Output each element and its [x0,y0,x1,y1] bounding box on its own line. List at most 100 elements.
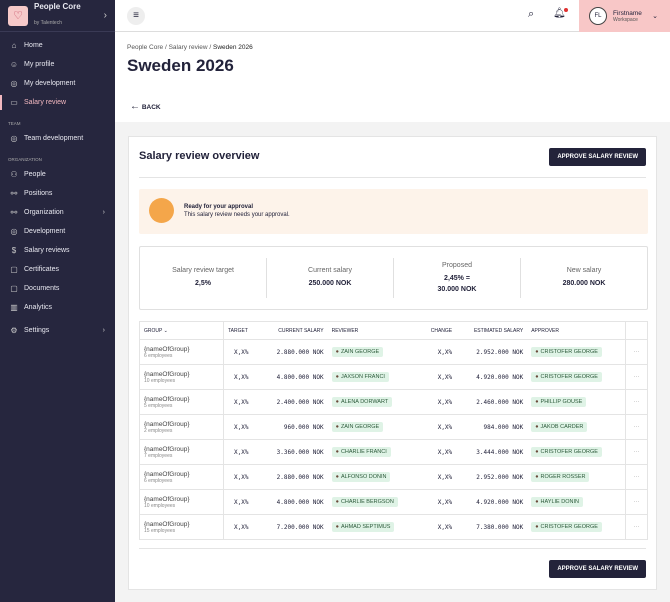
current-salary: 4.800.000 NOK [259,364,328,390]
employee-count: 5 employees [144,402,173,409]
bell-icon[interactable]: 🔔︎ [553,8,568,19]
app-switcher[interactable]: ♡ People Core by Talentech › [0,0,115,32]
nav-icon: ⚇ [10,170,18,179]
sidebar-item[interactable]: $ Salary reviews [0,241,115,260]
approval-illustration-icon [149,198,174,223]
nav-icon: ▢ [10,265,18,274]
more-icon[interactable]: ··· [625,364,648,390]
current-salary: 7.200.000 NOK [259,514,328,540]
more-icon[interactable]: ··· [625,464,648,490]
top-bar: ≡ ⌕ 🔔︎ FL Firstname Workspace ⌄ [115,0,670,32]
change: X,X% [419,439,457,465]
nav-icon: ⚙ [10,326,18,335]
change: X,X% [419,339,457,365]
group-name[interactable]: {nameOfGroup} [144,446,219,453]
target: X,X% [223,339,260,365]
table-row[interactable]: {nameOfGroup} 6 employees X,X% 2.880.000 … [139,339,648,365]
nav-icon: ☺ [9,60,19,69]
target: X,X% [223,414,260,440]
column-header: TARGET [223,321,260,340]
alert-text: This salary review needs your approval. [184,212,290,218]
group-name[interactable]: {nameOfGroup} [144,371,219,378]
change: X,X% [419,464,457,490]
table-row[interactable]: {nameOfGroup} 10 employees X,X% 4.800.000… [139,364,648,390]
column-header: CHANGE [419,321,457,340]
group-name[interactable]: {nameOfGroup} [144,421,219,428]
group-name[interactable]: {nameOfGroup} [144,496,219,503]
employee-count: 6 employees [144,477,173,484]
sidebar-item-label: My profile [24,61,55,68]
logo-icon: ♡ [8,5,28,26]
more-icon[interactable]: ··· [625,514,648,540]
column-header-group[interactable]: GROUP ⌄ [139,321,224,340]
sidebar-item[interactable]: ⚯ Positions [0,184,115,203]
table-row[interactable]: {nameOfGroup} 10 employees X,X% 4.800.000… [139,489,648,515]
approver-badge: CRISTOFER GEORGE [531,347,602,357]
column-header: ESTIMATED SALARY [456,321,528,340]
more-icon[interactable]: ··· [625,439,648,465]
more-icon[interactable]: ··· [625,339,648,365]
approver-badge: PHILLIP GOUSE [531,397,587,407]
column-header: CURRENT SALARY [259,321,328,340]
estimated-salary: 7.380.000 NOK [456,514,528,540]
approver-badge: ROGER ROSSER [531,472,590,482]
arrow-left-icon: ← [130,101,140,112]
more-icon[interactable]: ··· [625,414,648,440]
approve-button[interactable]: APPROVE SALARY REVIEW [549,148,646,166]
sidebar-item[interactable]: ▢ Certificates [0,260,115,279]
current-salary: 960.000 NOK [259,414,328,440]
nav-icon: ⚯ [10,189,18,198]
sidebar-item[interactable]: ⚯ Organization › [0,203,115,222]
chevron-right-icon: › [102,209,105,216]
sidebar-item[interactable]: ⚇ People [0,165,115,184]
sidebar-item[interactable]: ▭ Salary review [0,93,115,112]
divider [139,548,646,549]
user-menu[interactable]: FL Firstname Workspace ⌄ [579,0,670,32]
table-row[interactable]: {nameOfGroup} 6 employees X,X% 2.880.000 … [139,464,648,490]
stat-label: Salary review target [172,267,234,274]
sidebar-item[interactable]: ☺ My profile [0,55,115,74]
nav-icon: ⌂ [11,41,17,50]
reviewer-badge: ALENA DORWART [331,397,393,407]
back-label: BACK [141,104,161,111]
target: X,X% [223,364,260,390]
more-icon[interactable]: ··· [625,389,648,415]
approve-button-bottom[interactable]: APPROVE SALARY REVIEW [549,560,646,578]
table-row[interactable]: {nameOfGroup} 5 employees X,X% 2.400.000 … [139,389,648,415]
group-name[interactable]: {nameOfGroup} [144,471,219,478]
estimated-salary: 984.000 NOK [456,414,528,440]
page-header: People Core / Salary review / Sweden 202… [115,32,670,122]
search-icon[interactable]: ⌕ [528,8,534,21]
stat-value: 2,45% = 30.000 NOK [437,274,477,293]
more-icon[interactable]: ··· [625,489,648,515]
group-name[interactable]: {nameOfGroup} [144,521,219,528]
sidebar-item-label: People [24,171,46,178]
back-button[interactable]: ← BACK [130,101,161,112]
sidebar-item[interactable]: ⚙ Settings › [0,321,115,340]
reviewer-badge: AHMAD SEPTIMUS [331,522,395,532]
group-name[interactable]: {nameOfGroup} [144,396,219,403]
sidebar-item[interactable]: ◎ Development [0,222,115,241]
divider [139,177,646,178]
sidebar-item[interactable]: ▥ Analytics [0,298,115,317]
table-row[interactable]: {nameOfGroup} 7 employees X,X% 3.360.000 … [139,439,648,465]
section-label: TEAM [8,121,21,126]
breadcrumb-item[interactable]: People Core [127,44,163,51]
change: X,X% [419,364,457,390]
reviewer-badge: ZAIN GEORGE [331,422,384,432]
breadcrumb-item[interactable]: Salary review [169,44,208,51]
sidebar-item[interactable]: ⌂ Home [0,36,115,55]
chevron-right-icon: › [102,327,105,334]
sidebar-item[interactable]: ◎ Team development [0,129,115,148]
table-row[interactable]: {nameOfGroup} 2 employees X,X% 960.000 NO… [139,414,648,440]
change: X,X% [419,389,457,415]
menu-button[interactable]: ≡ [127,7,145,25]
table-row[interactable]: {nameOfGroup} 15 employees X,X% 7.200.000… [139,514,648,540]
employee-count: 6 employees [144,352,173,359]
approver-badge: HAYLIE DONIN [531,497,583,507]
sidebar-item[interactable]: ▢ Documents [0,279,115,298]
nav-icon: $ [11,246,17,255]
sidebar-item[interactable]: ◎ My development [0,74,115,93]
sidebar-item-label: Team development [24,135,84,142]
group-name[interactable]: {nameOfGroup} [144,346,219,353]
